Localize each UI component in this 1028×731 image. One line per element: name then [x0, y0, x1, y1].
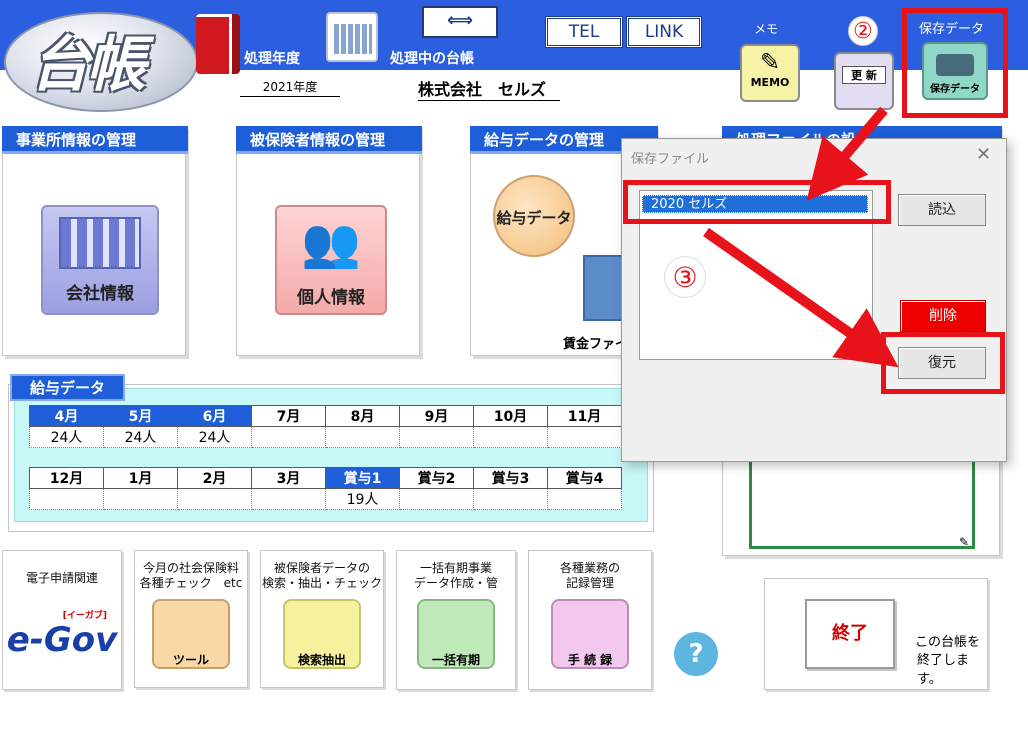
bulk-tile[interactable]: 一括有期事業 データ作成・管 一括有期 — [396, 550, 516, 690]
record-book-icon: 手 続 録 — [551, 599, 629, 669]
exit-button[interactable]: 終了 — [805, 599, 895, 669]
search-icon-label: 検索抽出 — [297, 653, 346, 667]
bulk-caption-2: データ作成・管 — [413, 576, 498, 590]
tools-tile[interactable]: 今月の社会保険料 各種チェック etc ツール — [134, 550, 248, 688]
egov-tag: [イーガブ] — [62, 611, 107, 621]
egov-logo-text: e-Gov — [6, 620, 118, 660]
exit-desc-2: 終了します。 — [917, 653, 970, 687]
records-tile[interactable]: 各種業務の 記録管理 手 続 録 — [528, 550, 652, 690]
exit-panel: 終了 この台帳を 終了します。 — [764, 578, 988, 690]
pickaxe-icon: 一括有期 — [417, 599, 495, 669]
tools-icon: ツール — [152, 599, 230, 669]
bulk-caption-1: 一括有期事業 — [419, 561, 492, 575]
tools-caption-1: 今月の社会保険料 — [142, 561, 239, 575]
arrow-to-list — [806, 106, 888, 201]
bulk-icon-label: 一括有期 — [431, 653, 480, 667]
egov-logo: e-Gov [イーガブ] — [3, 611, 121, 660]
records-caption-2: 記録管理 — [565, 576, 614, 590]
egov-tile[interactable]: 電子申請関連 e-Gov [イーガブ] — [2, 550, 122, 690]
help-icon[interactable]: ? — [674, 632, 718, 676]
exit-desc-1: この台帳を — [915, 635, 981, 650]
search-tile[interactable]: 被保険者データの 検索・抽出・チェック 検索抽出 — [260, 550, 384, 688]
records-caption-1: 各種業務の — [559, 561, 620, 575]
tools-icon-label: ツール — [172, 653, 209, 667]
tools-caption-2: 各種チェック etc — [139, 576, 243, 590]
egov-caption: 電子申請関連 — [25, 571, 98, 585]
records-icon-label: 手 続 録 — [567, 653, 613, 667]
arrow-to-restore — [703, 227, 899, 368]
search-icon: 検索抽出 — [283, 599, 361, 669]
search-caption-1: 被保険者データの — [273, 561, 370, 575]
search-caption-2: 検索・抽出・チェック — [261, 576, 382, 590]
